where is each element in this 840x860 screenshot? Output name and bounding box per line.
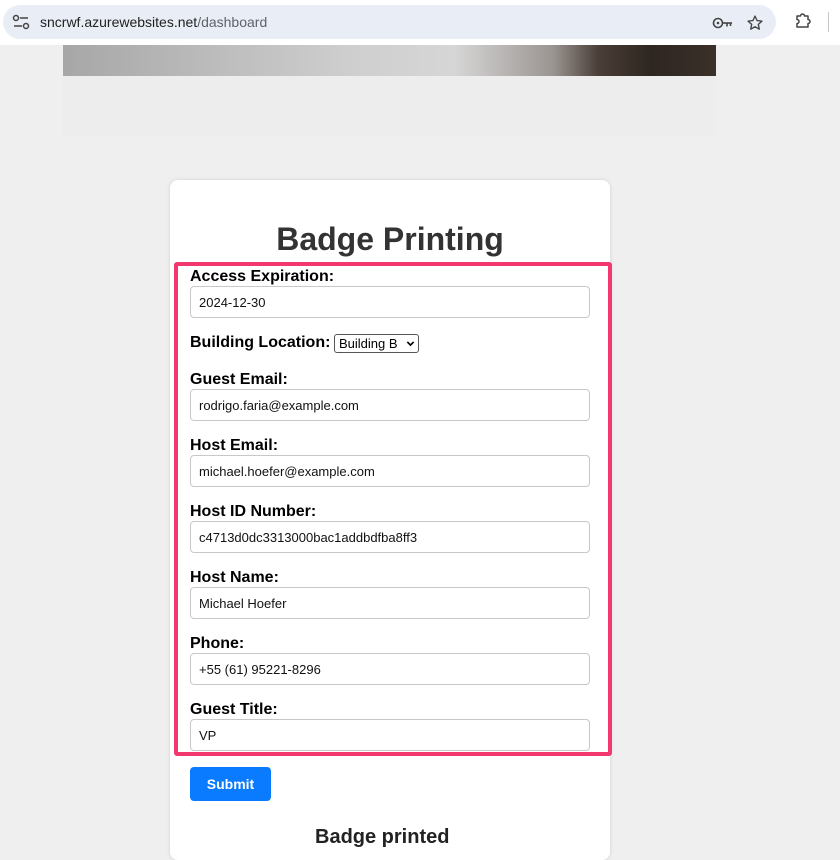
url-host: sncrwf.azurewebsites.net — [40, 14, 198, 30]
host-name-label: Host Name: — [190, 569, 279, 586]
bookmark-star-icon[interactable] — [746, 14, 764, 32]
guest-email-input[interactable] — [190, 389, 590, 421]
guest-title-label: Guest Title: — [190, 701, 278, 718]
url-path: /dashboard — [197, 14, 268, 30]
header-band — [63, 76, 716, 136]
url-text[interactable]: sncrwf.azurewebsites.net/dashboard — [40, 14, 267, 30]
toolbar-divider — [828, 12, 829, 32]
browser-toolbar: sncrwf.azurewebsites.net/dashboard — [0, 0, 840, 45]
host-name-input[interactable] — [190, 587, 590, 619]
host-id-label: Host ID Number: — [190, 503, 317, 520]
building-location-select[interactable]: Building B — [334, 334, 419, 353]
guest-title-input[interactable] — [190, 719, 590, 751]
address-bar[interactable]: sncrwf.azurewebsites.net/dashboard — [3, 5, 776, 39]
badge-printed-heading: Badge printed — [315, 826, 450, 848]
host-id-input[interactable] — [190, 521, 590, 553]
phone-input[interactable] — [190, 653, 590, 685]
host-email-label: Host Email: — [190, 437, 279, 454]
password-key-icon[interactable] — [712, 15, 734, 31]
extensions-icon[interactable] — [794, 11, 812, 29]
building-location-label: Building Location: — [190, 334, 331, 351]
host-email-input[interactable] — [190, 455, 590, 487]
building-location-selected: Building B — [339, 336, 398, 351]
access-expiration-input[interactable] — [190, 286, 590, 318]
access-expiration-label: Access Expiration: — [190, 268, 335, 285]
phone-label: Phone: — [190, 635, 245, 652]
submit-button[interactable]: Submit — [190, 767, 271, 801]
guest-email-label: Guest Email: — [190, 371, 288, 388]
site-info-icon[interactable] — [12, 14, 30, 30]
chevron-down-icon — [406, 341, 415, 347]
page-title: Badge Printing — [276, 221, 504, 257]
header-image — [63, 45, 716, 76]
